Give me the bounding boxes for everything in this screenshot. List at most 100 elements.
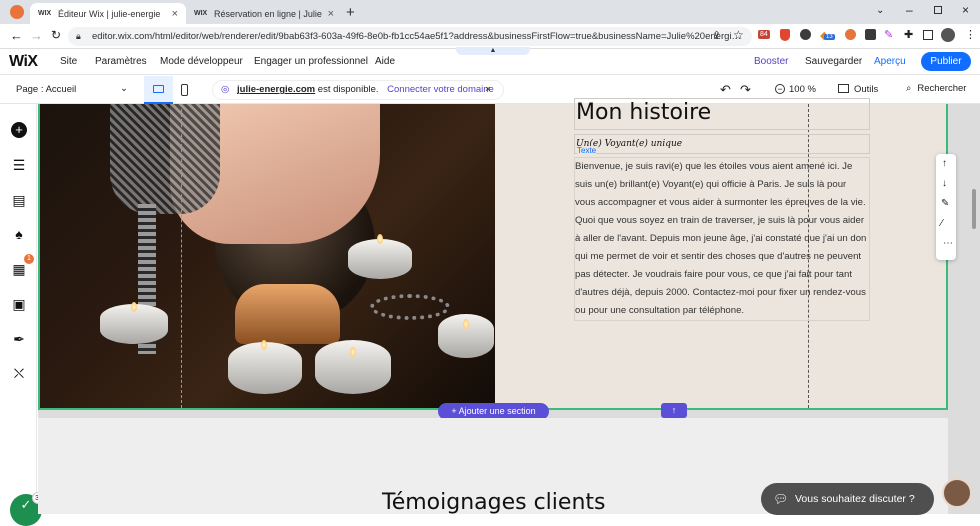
redo-icon[interactable]: ↷ [740,82,751,98]
page-label: Page : Accueil [16,84,77,95]
tools-label: Outils [854,84,879,95]
wix-favicon-icon: WIX [194,10,208,17]
design-icon[interactable]: ♠ [11,226,27,242]
url-text: editor.wix.com/html/editor/web/renderer/… [92,31,742,42]
tab-title: Réservation en ligne | Julie Energ… [214,8,324,19]
menu-site[interactable]: Site [60,56,77,67]
section-subheading: Un(e) Voyant(e) unique [576,139,683,149]
minimize-icon[interactable]: – [906,3,913,17]
reload-icon[interactable]: ↻ [51,28,61,42]
ball-stand [235,284,340,344]
collapse-chevron-icon[interactable]: ▲ [456,47,530,55]
menu-mode-developpeur[interactable]: Mode développeur [160,56,243,67]
magic-wand-icon[interactable]: ⁄ [941,218,943,229]
mobile-view-icon[interactable] [181,84,188,96]
move-down-icon[interactable]: ↓ [942,178,947,189]
wix-logo[interactable]: WiX [9,53,38,71]
edit-pencil-icon[interactable]: ✎ [941,198,949,209]
chevron-down-icon[interactable]: ⌄ [876,5,884,16]
search-icon: ⌕ [906,83,912,94]
back-icon[interactable]: ← [10,28,23,43]
testimonials-title: Témoignages clients [382,490,606,515]
flame-icon [377,234,383,244]
candle [228,342,302,394]
sidebar-icon[interactable] [923,30,933,40]
share-icon[interactable]: ⇪ [712,29,721,42]
new-tab-button[interactable]: + [346,4,355,21]
editor-canvas: Mon histoire Un(e) Voyant(e) unique Text… [38,98,980,515]
maximize-icon[interactable] [934,6,942,14]
menu-aide[interactable]: Aide [375,56,395,67]
flame-icon [350,347,356,357]
tab-reservation[interactable]: WIX Réservation en ligne | Julie Energ… … [186,3,342,24]
notification-badge: 1 [24,254,34,264]
address-bar[interactable]: 🔒︎ editor.wix.com/html/editor/web/render… [68,27,752,46]
zoom-control[interactable]: −100 % [775,84,816,95]
close-icon[interactable]: × [485,81,491,99]
domain-name: julie-energie.com [237,84,316,95]
extension-icon[interactable] [845,29,856,40]
close-icon[interactable]: × [328,8,334,20]
close-icon[interactable]: × [172,8,178,20]
more-icon[interactable]: ⋯ [943,238,953,249]
connect-domain-link[interactable]: Connecter votre domaine [387,84,494,95]
move-up-icon[interactable]: ↑ [942,158,947,169]
extension-badge[interactable]: 13 [824,34,835,40]
candle [348,239,412,279]
crystal-ball-image[interactable] [40,104,495,408]
chat-label: Vous souhaitez discuter ? [795,493,915,505]
apps-icon[interactable]: ▦ [11,261,27,277]
media-icon[interactable]: ▣ [11,296,27,312]
subheading-box[interactable]: Un(e) Voyant(e) unique [574,134,870,154]
extension-badge[interactable]: 84 [758,30,770,39]
page-selector[interactable]: Page : Accueil ⌄ [16,83,132,95]
business-icon[interactable]: ⛌ [11,365,27,381]
preview-button[interactable]: Aperçu [874,56,906,67]
flame-icon [131,302,137,312]
section-anchor-icon[interactable]: ↑ [661,403,687,418]
flame-icon [463,319,469,329]
blog-icon[interactable]: ✒ [11,331,27,347]
brave-shield-icon[interactable] [780,29,790,41]
kebab-menu-icon[interactable]: ⋮ [965,28,976,41]
zoom-level: 100 % [789,84,816,95]
pages-icon[interactable]: ▤ [11,192,27,208]
heading-box[interactable]: Mon histoire [574,98,870,130]
publish-button[interactable]: Publier [921,52,971,71]
bookmark-star-icon[interactable]: ☆ [733,28,744,42]
story-section[interactable]: Mon histoire Un(e) Voyant(e) unique Text… [38,98,956,410]
search-button[interactable]: ⌕ Rechercher [906,83,966,94]
floating-toolbar: ↑ ↓ ✎ ⁄ ⋯ [936,154,956,260]
extension-icon[interactable] [865,29,876,40]
undo-icon[interactable]: ↶ [720,82,731,98]
avatar[interactable] [941,28,955,42]
add-elements-icon[interactable]: + [11,122,27,138]
flame-icon [261,340,267,350]
chain [370,294,450,320]
booster-button[interactable]: Booster [754,56,788,67]
tools-button[interactable]: Outils [838,84,878,95]
menu-parametres[interactable]: Paramètres [95,56,147,67]
chrome-menu-icon[interactable] [10,5,24,19]
sections-icon[interactable]: ☰ [11,157,27,173]
menu-engager-pro[interactable]: Engager un professionnel [254,56,368,67]
close-window-icon[interactable]: × [962,3,969,17]
desktop-view-icon[interactable] [144,76,173,104]
chat-widget-button[interactable]: 💬︎ Vous souhaitez discuter ? [761,483,934,515]
chat-avatar[interactable] [942,478,972,508]
story-paragraph[interactable]: Bienvenue, je suis ravi(e) que les étoil… [574,157,870,321]
forward-icon[interactable]: → [30,28,43,43]
domain-banner: ◎ julie-energie.com est disponible. Conn… [212,80,504,100]
domain-status: est disponible. [315,84,379,95]
section-heading: Mon histoire [576,100,712,125]
chat-bubble-icon: 💬︎ [773,492,789,506]
grid-guide [181,104,182,408]
puzzle-icon[interactable]: ✚ [904,28,913,41]
pencil-extension-icon[interactable]: ✎ [884,28,893,41]
wix-favicon-icon: WIX [38,10,52,17]
extension-icon[interactable] [800,29,811,40]
globe-icon: ◎ [221,84,230,95]
vertical-scrollbar[interactable] [972,189,976,229]
tab-wix-editor[interactable]: WIX Éditeur Wix | julie-energie × [30,3,186,24]
save-button[interactable]: Sauvegarder [805,56,862,67]
